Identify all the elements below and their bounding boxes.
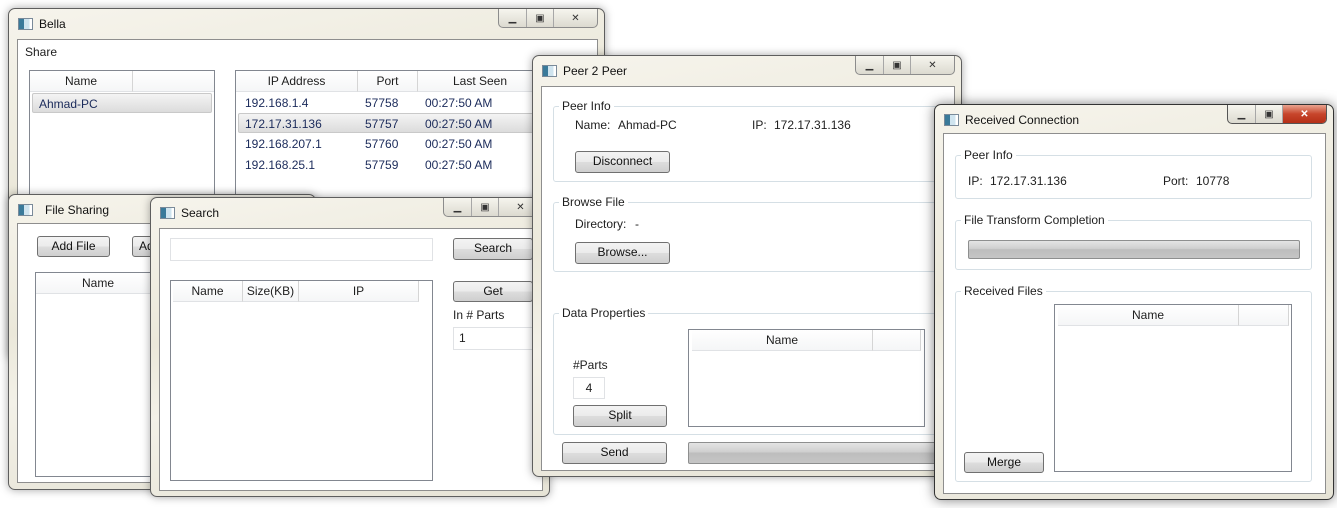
minimize-icon[interactable]: ▁ bbox=[856, 56, 883, 74]
app-icon bbox=[18, 18, 33, 30]
ip-label: IP: bbox=[752, 118, 767, 132]
table-row[interactable]: 172.17.31.136 57757 00:27:50 AM bbox=[238, 113, 552, 133]
search-window: Search ▁ ▣ ✕ Search Name Size(KB) IP Get I… bbox=[150, 197, 550, 497]
directory-value: - bbox=[635, 217, 639, 231]
column-header-empty bbox=[873, 330, 921, 351]
parts-list[interactable]: Name bbox=[688, 329, 925, 427]
column-header-ip[interactable]: IP bbox=[299, 281, 419, 302]
ip-cell: 172.17.31.136 bbox=[245, 117, 322, 131]
port-label: Port: bbox=[1163, 174, 1189, 188]
merge-button[interactable]: Merge bbox=[964, 452, 1044, 473]
search-button[interactable]: Search bbox=[453, 238, 533, 260]
close-icon[interactable]: ✕ bbox=[910, 56, 954, 74]
window-title: Received Connection bbox=[965, 113, 1080, 127]
ip-cell: 192.168.25.1 bbox=[245, 158, 316, 172]
app-icon bbox=[944, 114, 959, 126]
app-icon bbox=[18, 204, 33, 216]
directory-label: Directory: bbox=[575, 217, 627, 231]
group-label: Data Properties bbox=[559, 306, 649, 320]
ip-value: 172.17.31.136 bbox=[774, 118, 851, 132]
window-title: Bella bbox=[39, 17, 66, 31]
menu-share[interactable]: Share bbox=[25, 45, 57, 59]
group-label: Received Files bbox=[961, 284, 1046, 298]
close-icon[interactable]: ✕ bbox=[553, 9, 597, 27]
received-connection-window: Received Connection ▁ ▣ ✕ Peer Info IP: 17… bbox=[934, 104, 1334, 500]
search-results-list[interactable]: Name Size(KB) IP bbox=[170, 280, 433, 481]
peer-2-peer-window: Peer 2 Peer ▁ ▣ ✕ Peer Info Name: Ahmad-PC… bbox=[532, 55, 962, 477]
column-header-empty bbox=[1239, 305, 1289, 326]
group-label: Browse File bbox=[559, 195, 628, 209]
last-seen-cell: 00:27:50 AM bbox=[425, 158, 493, 172]
minimize-icon[interactable]: ▁ bbox=[499, 9, 526, 27]
table-row[interactable]: 192.168.207.1 57760 00:27:50 AM bbox=[238, 134, 552, 154]
port-cell: 57760 bbox=[365, 137, 399, 151]
ip-cell: 192.168.1.4 bbox=[245, 96, 309, 110]
last-seen-cell: 00:27:50 AM bbox=[425, 137, 493, 151]
window-title: Search bbox=[181, 206, 220, 220]
parts-input[interactable]: 1 bbox=[453, 327, 538, 350]
group-label: Peer Info bbox=[559, 99, 614, 113]
ip-label: IP: bbox=[968, 174, 983, 188]
ip-value: 172.17.31.136 bbox=[990, 174, 1067, 188]
table-row[interactable]: 192.168.1.4 57758 00:27:50 AM bbox=[238, 93, 552, 113]
column-header-ip[interactable]: IP Address bbox=[236, 71, 358, 92]
group-label: File Transform Completion bbox=[961, 213, 1108, 227]
item-label: Ahmad-PC bbox=[39, 97, 98, 111]
maximize-icon[interactable]: ▣ bbox=[526, 9, 553, 27]
column-header-port[interactable]: Port bbox=[358, 71, 418, 92]
column-header-empty bbox=[133, 71, 214, 92]
maximize-icon[interactable]: ▣ bbox=[883, 56, 910, 74]
p2p-client: Peer Info Name: Ahmad-PC IP: 172.17.31.1… bbox=[541, 86, 955, 471]
app-icon bbox=[160, 207, 175, 219]
close-icon[interactable]: ✕ bbox=[1282, 105, 1326, 123]
minimize-icon[interactable]: ▁ bbox=[444, 198, 471, 216]
last-seen-cell: 00:27:50 AM bbox=[425, 96, 493, 110]
column-header-last-seen[interactable]: Last Seen bbox=[418, 71, 543, 92]
parts-label: In # Parts bbox=[453, 308, 505, 322]
parts-input[interactable]: 4 bbox=[573, 377, 605, 399]
get-button[interactable]: Get bbox=[453, 281, 533, 302]
list-item[interactable]: Ahmad-PC bbox=[32, 93, 212, 113]
maximize-icon[interactable]: ▣ bbox=[1255, 105, 1282, 123]
last-seen-cell: 00:27:50 AM bbox=[425, 117, 493, 131]
send-button[interactable]: Send bbox=[562, 442, 667, 464]
port-cell: 57759 bbox=[365, 158, 399, 172]
search-client: Search Name Size(KB) IP Get In # Parts 1 bbox=[159, 228, 543, 491]
ip-cell: 192.168.207.1 bbox=[245, 137, 322, 151]
search-input[interactable] bbox=[170, 238, 433, 261]
column-header-name[interactable]: Name bbox=[30, 71, 133, 92]
column-header-name[interactable]: Name bbox=[1058, 305, 1239, 326]
minimize-icon[interactable]: ▁ bbox=[1228, 105, 1255, 123]
completion-progress-bar bbox=[968, 240, 1300, 259]
port-value: 10778 bbox=[1196, 174, 1230, 188]
column-header-size[interactable]: Size(KB) bbox=[243, 281, 299, 302]
split-button[interactable]: Split bbox=[573, 405, 667, 427]
maximize-icon[interactable]: ▣ bbox=[471, 198, 498, 216]
disconnect-button[interactable]: Disconnect bbox=[575, 151, 670, 173]
group-label: Peer Info bbox=[961, 148, 1016, 162]
window-title: Peer 2 Peer bbox=[563, 64, 628, 78]
column-header-name[interactable]: Name bbox=[173, 281, 243, 302]
browse-button[interactable]: Browse... bbox=[575, 242, 670, 264]
column-header-name[interactable]: Name bbox=[36, 273, 161, 294]
name-value: Ahmad-PC bbox=[618, 118, 677, 132]
name-label: Name: bbox=[575, 118, 611, 132]
app-icon bbox=[542, 65, 557, 77]
port-cell: 57758 bbox=[365, 96, 399, 110]
port-cell: 57757 bbox=[365, 117, 399, 131]
add-file-button[interactable]: Add File bbox=[37, 236, 110, 257]
window-title: File Sharing bbox=[45, 203, 110, 217]
received-files-list[interactable]: Name bbox=[1054, 304, 1292, 472]
parts-label: #Parts bbox=[573, 358, 608, 372]
send-progress-bar bbox=[688, 442, 938, 464]
column-header-name[interactable]: Name bbox=[692, 330, 873, 351]
received-client: Peer Info IP: 172.17.31.136 Port: 10778 … bbox=[943, 133, 1326, 494]
table-row[interactable]: 192.168.25.1 57759 00:27:50 AM bbox=[238, 155, 552, 175]
